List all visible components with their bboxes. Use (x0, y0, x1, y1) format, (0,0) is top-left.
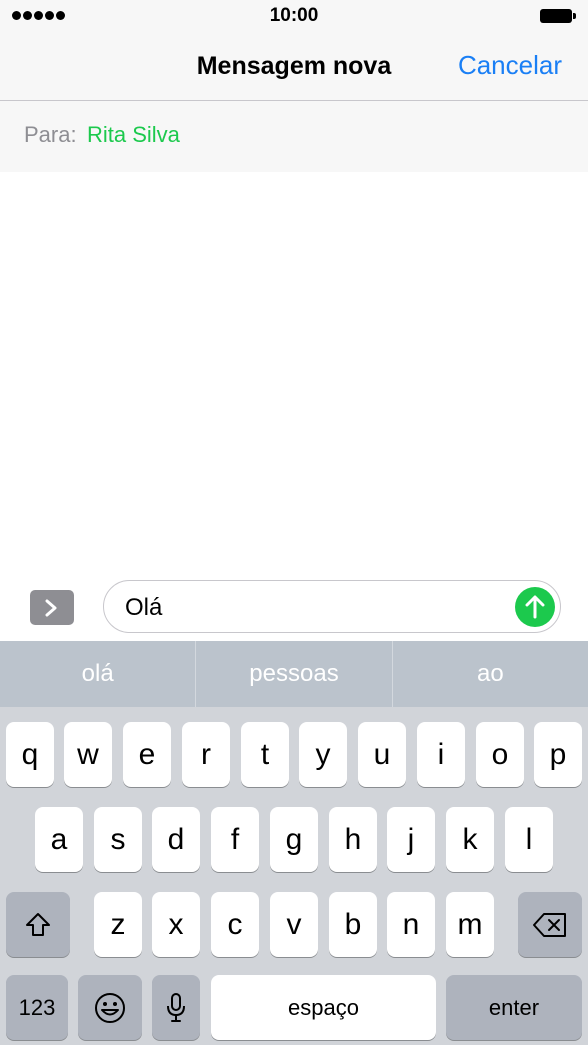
key-r[interactable]: r (182, 722, 230, 787)
chevron-right-icon (45, 599, 57, 617)
key-q[interactable]: q (6, 722, 54, 787)
key-d[interactable]: d (152, 807, 200, 872)
message-input[interactable]: Olá (103, 580, 561, 633)
recipient-chip[interactable]: Rita Silva (87, 122, 180, 148)
suggestion-item[interactable]: ao (393, 641, 588, 707)
key-b[interactable]: b (329, 892, 377, 957)
recipient-label: Para: (24, 122, 77, 147)
key-x[interactable]: x (152, 892, 200, 957)
key-w[interactable]: w (64, 722, 112, 787)
message-text: Olá (125, 594, 163, 621)
shift-key[interactable] (6, 892, 70, 957)
navigation-bar: Mensagem nova Cancelar (0, 32, 588, 101)
key-u[interactable]: u (358, 722, 406, 787)
microphone-icon (167, 992, 185, 1022)
recipient-field[interactable]: Para: Rita Silva (0, 101, 588, 172)
predictive-bar: olá pessoas ao (0, 641, 588, 707)
key-l[interactable]: l (505, 807, 553, 872)
status-bar: 10:00 (0, 0, 588, 32)
enter-key[interactable]: enter (446, 975, 582, 1040)
key-c[interactable]: c (211, 892, 259, 957)
status-time: 10:00 (269, 5, 319, 26)
backspace-icon (533, 912, 566, 937)
key-m[interactable]: m (446, 892, 494, 957)
key-f[interactable]: f (211, 807, 259, 872)
key-s[interactable]: s (94, 807, 142, 872)
key-a[interactable]: a (35, 807, 83, 872)
key-n[interactable]: n (387, 892, 435, 957)
key-i[interactable]: i (417, 722, 465, 787)
backspace-key[interactable] (518, 892, 582, 957)
numbers-key[interactable]: 123 (6, 975, 68, 1040)
key-t[interactable]: t (241, 722, 289, 787)
key-g[interactable]: g (270, 807, 318, 872)
suggestion-item[interactable]: olá (0, 641, 195, 707)
emoji-key[interactable] (78, 975, 142, 1040)
send-button[interactable] (515, 587, 555, 627)
keyboard: q w e r t y u i o p a s d f g h j k l z … (0, 707, 588, 1045)
shift-arrow-icon (26, 912, 50, 936)
key-j[interactable]: j (387, 807, 435, 872)
emoji-icon (95, 992, 125, 1023)
battery-icon (540, 9, 576, 23)
key-e[interactable]: e (123, 722, 171, 787)
expand-apps-button[interactable] (30, 590, 74, 625)
key-z[interactable]: z (94, 892, 142, 957)
key-p[interactable]: p (534, 722, 582, 787)
key-v[interactable]: v (270, 892, 318, 957)
key-y[interactable]: y (299, 722, 347, 787)
key-k[interactable]: k (446, 807, 494, 872)
dictation-key[interactable] (152, 975, 200, 1040)
suggestion-item[interactable]: pessoas (196, 641, 391, 707)
arrow-up-icon (525, 595, 545, 619)
cancel-button[interactable]: Cancelar (458, 50, 562, 81)
space-key[interactable]: espaço (211, 975, 436, 1040)
key-h[interactable]: h (329, 807, 377, 872)
key-o[interactable]: o (476, 722, 524, 787)
